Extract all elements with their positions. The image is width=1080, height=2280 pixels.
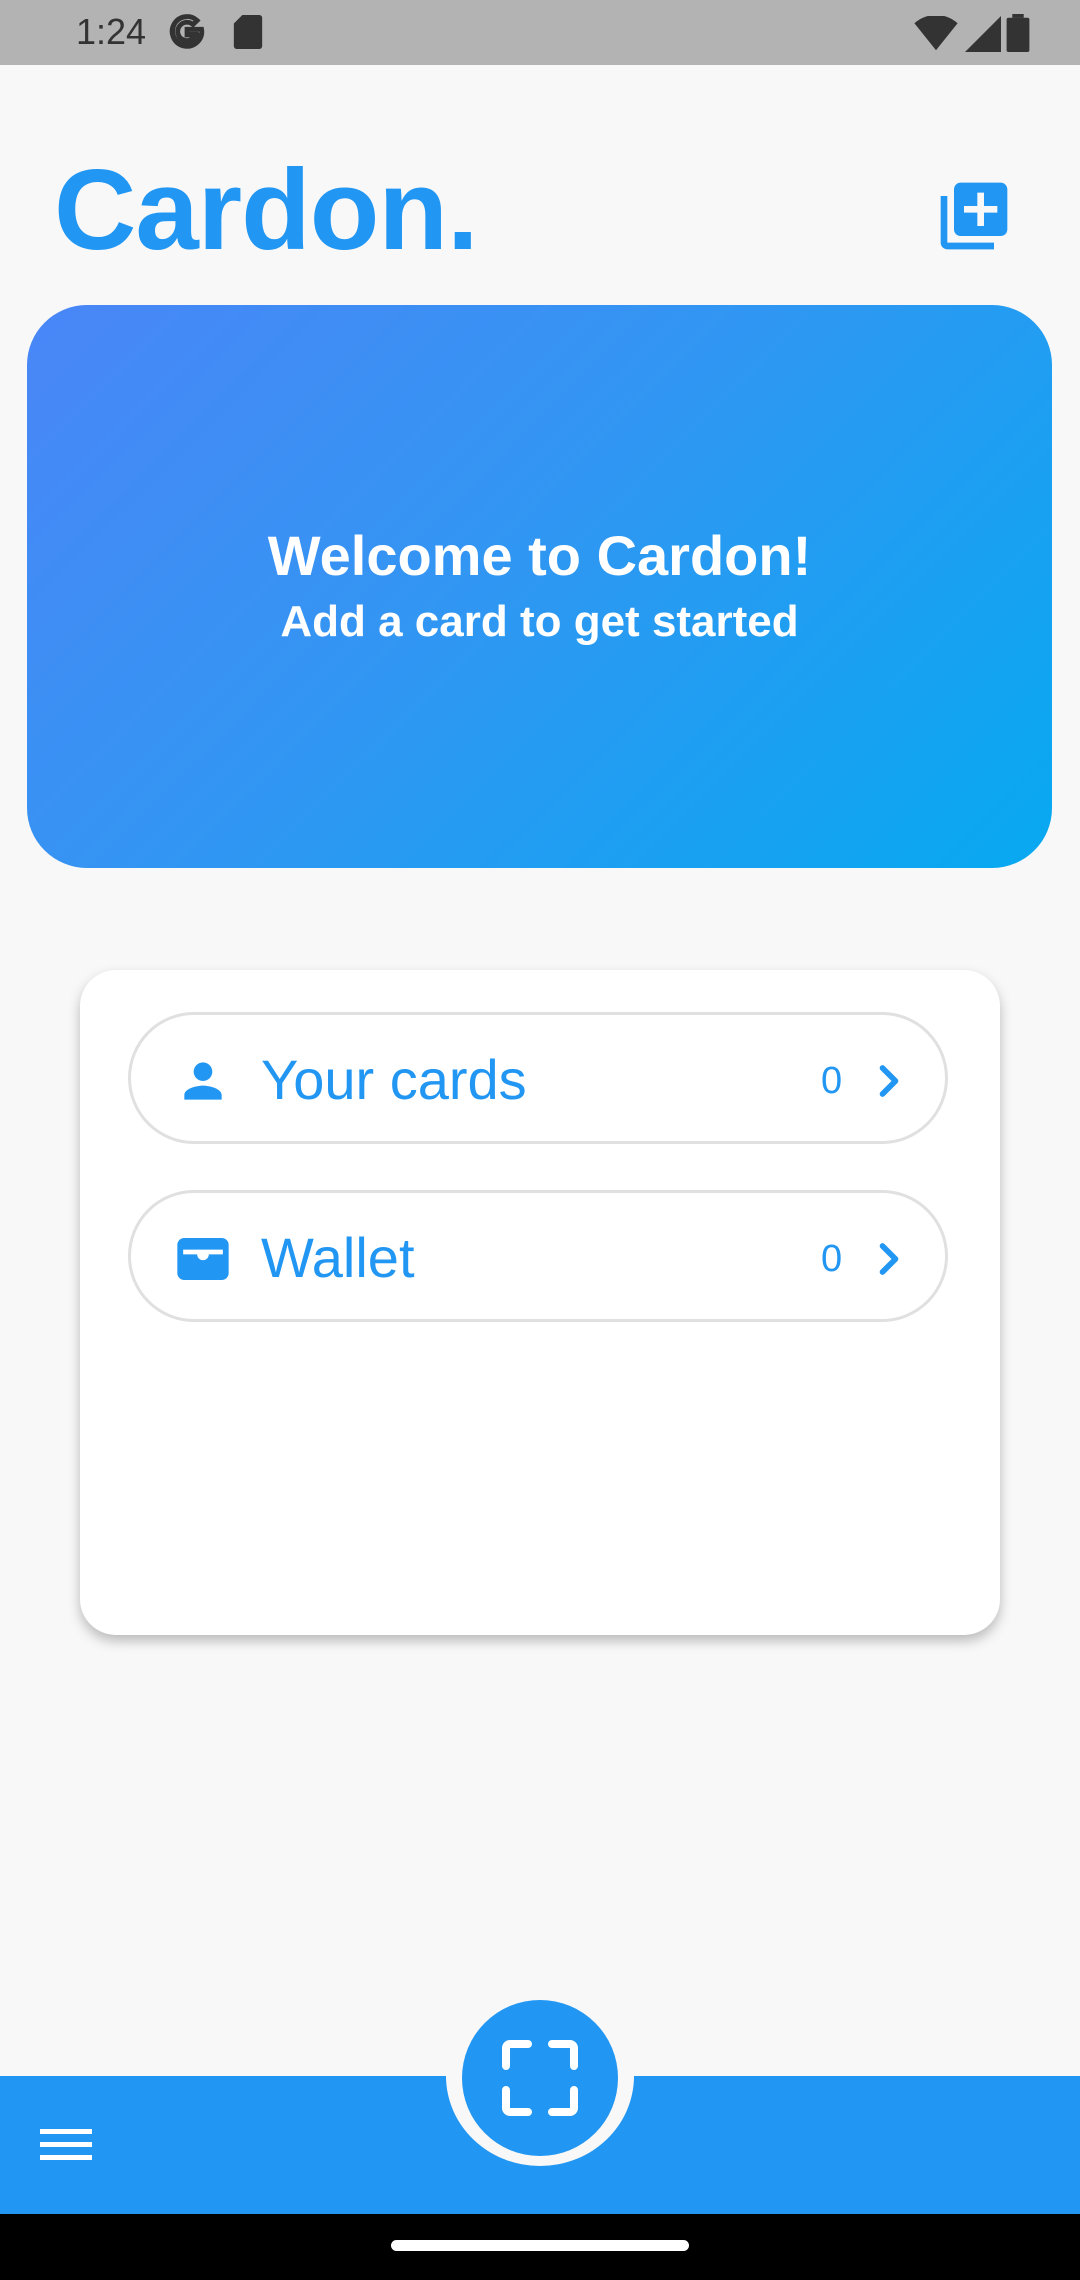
your-cards-count: 0 <box>821 1060 843 1102</box>
google-icon <box>169 14 205 49</box>
wallet-row[interactable]: Wallet 0 <box>128 1190 948 1322</box>
scan-button[interactable] <box>462 2000 618 2156</box>
welcome-title: Welcome to Cardon! <box>267 524 812 587</box>
wallet-label: Wallet <box>261 1226 415 1289</box>
system-nav-bar <box>0 2214 1080 2280</box>
chevron-right-icon <box>879 1065 899 1097</box>
wallet-icon <box>177 1238 229 1280</box>
add-card-button[interactable] <box>934 176 1014 256</box>
chevron-right-icon <box>879 1243 899 1275</box>
app-title: Cardon. <box>54 147 479 274</box>
status-time: 1:24 <box>76 11 147 52</box>
your-cards-row[interactable]: Your cards 0 <box>128 1012 948 1144</box>
welcome-subtitle: Add a card to get started <box>280 597 799 646</box>
status-icons <box>913 14 1030 57</box>
wallet-count: 0 <box>821 1238 843 1280</box>
home-gesture-handle[interactable] <box>391 2240 689 2251</box>
person-icon <box>184 1062 222 1100</box>
menu-icon[interactable] <box>36 2120 96 2170</box>
sd-card-icon <box>233 15 263 49</box>
wifi-icon <box>914 14 958 51</box>
signal-icon <box>964 16 1001 52</box>
collections-panel: Your cards 0 Wallet 0 <box>80 970 1000 1635</box>
your-cards-label: Your cards <box>261 1048 527 1111</box>
scan-frame-icon <box>502 2040 578 2116</box>
battery-icon <box>1006 14 1030 52</box>
welcome-card: Welcome to Cardon! Add a card to get sta… <box>27 305 1052 868</box>
status-bar: 1:24 <box>0 0 1080 65</box>
